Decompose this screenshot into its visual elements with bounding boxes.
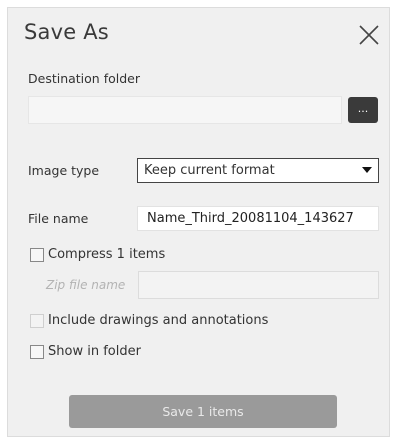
- image-type-selected-value: Keep current format: [144, 163, 275, 178]
- include-drawings-label[interactable]: Include drawings and annotations: [48, 313, 268, 328]
- zip-file-name-label: Zip file name: [46, 278, 126, 292]
- show-in-folder-label[interactable]: Show in folder: [48, 344, 141, 359]
- save-button[interactable]: Save 1 items: [69, 395, 337, 428]
- browse-button[interactable]: ...: [348, 97, 378, 123]
- dialog-title: Save As: [24, 20, 109, 44]
- destination-folder-input[interactable]: [28, 96, 342, 124]
- destination-folder-label: Destination folder: [28, 71, 140, 86]
- image-type-label: Image type: [28, 163, 100, 178]
- compress-label[interactable]: Compress 1 items: [48, 247, 165, 262]
- dropdown-arrow-icon: [362, 167, 372, 173]
- zip-file-name-input[interactable]: [138, 271, 379, 299]
- close-icon[interactable]: [358, 24, 380, 46]
- compress-checkbox[interactable]: [30, 248, 44, 262]
- file-name-input[interactable]: Name_Third_20081104_143627: [137, 206, 379, 231]
- file-name-label: File name: [28, 211, 89, 226]
- include-drawings-checkbox[interactable]: [30, 314, 44, 328]
- save-as-dialog: Save As Destination folder ... Image typ…: [7, 7, 390, 437]
- show-in-folder-checkbox[interactable]: [30, 345, 44, 359]
- image-type-select[interactable]: Keep current format: [137, 158, 379, 183]
